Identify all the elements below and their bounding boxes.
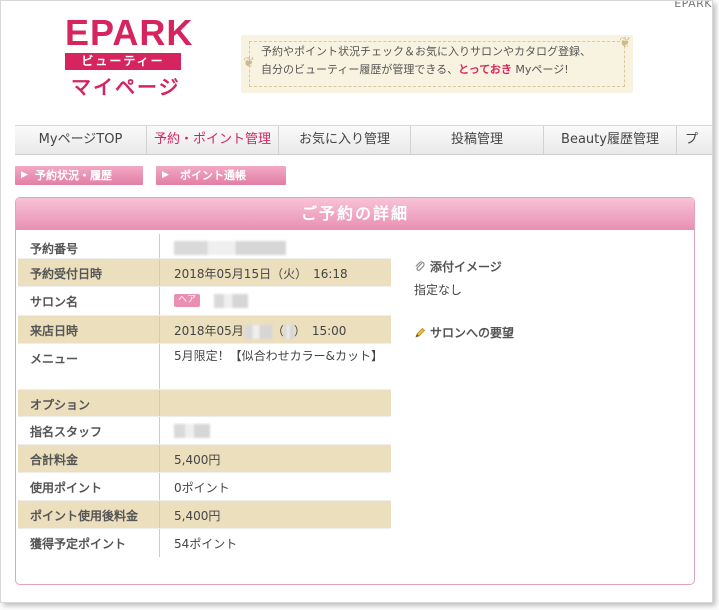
logo-beauty-label: ビューティー bbox=[65, 53, 181, 70]
attached-image-heading: 添付イメージ bbox=[414, 258, 674, 275]
banner-text-line2: 自分のビューティー履歴が管理できる、とっておき Myページ! bbox=[261, 61, 569, 77]
banner-text-highlight: とっておき bbox=[458, 63, 512, 76]
paperclip-icon bbox=[415, 260, 425, 271]
visit-date-prefix: 2018年05月 bbox=[174, 324, 244, 338]
epark-beauty-logo[interactable]: EPARK ビューティー マイページ bbox=[21, 9, 225, 99]
banner-text-line2-after: Myページ! bbox=[511, 63, 569, 76]
table-row: 獲得予定ポイント 54ポイント bbox=[18, 529, 391, 557]
row-label: サロン名 bbox=[18, 287, 160, 315]
logo-brand-text: EPARK bbox=[65, 12, 194, 53]
table-row: 指名スタッフ bbox=[18, 417, 391, 445]
top-right-brand: EPARK bbox=[674, 0, 712, 10]
visit-date-mid: （ bbox=[271, 324, 284, 338]
row-label: 予約受付日時 bbox=[18, 259, 160, 286]
table-row: 来店日時 2018年05月 （ ） 15:00 bbox=[18, 316, 391, 344]
redacted-value bbox=[283, 324, 294, 339]
nav-item-profile-truncated[interactable]: プ bbox=[677, 126, 712, 154]
row-label: オプション bbox=[18, 390, 160, 416]
banner-ornament-right-icon: ❦ bbox=[619, 35, 631, 51]
redacted-value bbox=[243, 324, 272, 339]
row-label: メニュー bbox=[18, 344, 160, 389]
banner-text-line2-before: 自分のビューティー履歴が管理できる、 bbox=[261, 63, 459, 76]
reservation-detail-panel: ご予約の詳細 予約番号 予約受付日時 2018年05月15日（火） 16:18 … bbox=[15, 197, 695, 585]
visit-datetime-value: 2018年05月 （ ） 15:00 bbox=[160, 316, 391, 343]
received-datetime-value: 2018年05月15日（火） 16:18 bbox=[160, 259, 391, 286]
redacted-value bbox=[174, 240, 286, 255]
mypage-intro-banner: ❦ ❦ 予約やポイント状況チェック＆お気に入りサロンやカタログ登録、 自分のビュ… bbox=[241, 35, 633, 93]
page-header: EPARK EPARK ビューティー マイページ ❦ ❦ 予約やポイント状況チェ… bbox=[1, 0, 712, 121]
visit-date-suffix: ） 15:00 bbox=[293, 324, 347, 338]
attached-image-label: 添付イメージ bbox=[430, 260, 502, 274]
total-price-value: 5,400円 bbox=[160, 445, 391, 472]
staff-value bbox=[160, 417, 391, 444]
row-label: 使用ポイント bbox=[18, 473, 160, 500]
redacted-value bbox=[174, 423, 210, 438]
pencil-icon bbox=[415, 327, 426, 338]
row-label: 予約番号 bbox=[18, 234, 160, 258]
reservation-detail-table: 予約番号 予約受付日時 2018年05月15日（火） 16:18 サロン名 ヘア… bbox=[18, 234, 391, 557]
option-value bbox=[160, 390, 391, 416]
nav-item-favorites[interactable]: お気に入り管理 bbox=[279, 126, 411, 154]
browser-page: EPARK EPARK ビューティー マイページ ❦ ❦ 予約やポイント状況チェ… bbox=[0, 0, 713, 603]
reservation-history-label: 予約状況・履歴 bbox=[35, 169, 112, 182]
hair-category-badge: ヘア bbox=[174, 294, 201, 307]
table-row: 予約番号 bbox=[18, 234, 391, 259]
panel-title: ご予約の詳細 bbox=[16, 198, 694, 230]
nav-item-beauty-history[interactable]: Beauty履歴管理 bbox=[544, 126, 677, 154]
table-row: 使用ポイント 0ポイント bbox=[18, 473, 391, 501]
earned-points-value: 54ポイント bbox=[160, 529, 391, 557]
table-row: オプション bbox=[18, 390, 391, 417]
row-label: 獲得予定ポイント bbox=[18, 529, 160, 557]
row-label: 指名スタッフ bbox=[18, 417, 160, 444]
banner-text-line1: 予約やポイント状況チェック＆お気に入りサロンやカタログ登録、 bbox=[261, 45, 591, 58]
row-label: 来店日時 bbox=[18, 316, 160, 343]
nav-item-reservation-points[interactable]: 予約・ポイント管理 bbox=[147, 126, 279, 154]
banner-ornament-left-icon: ❦ bbox=[243, 55, 255, 71]
arrow-right-icon: ▶ bbox=[21, 170, 28, 180]
price-after-points-value: 5,400円 bbox=[160, 501, 391, 528]
nav-item-posts[interactable]: 投稿管理 bbox=[411, 126, 544, 154]
point-ledger-button[interactable]: ▶ ポイント通帳 bbox=[156, 166, 286, 185]
arrow-right-icon: ▶ bbox=[162, 170, 169, 180]
table-row: ポイント使用後料金 5,400円 bbox=[18, 501, 391, 529]
reservation-number-value bbox=[160, 234, 391, 258]
table-row: メニュー 5月限定！【似合わせカラー&カット】 bbox=[18, 344, 391, 390]
table-row: サロン名 ヘア bbox=[18, 287, 391, 316]
row-label: 合計料金 bbox=[18, 445, 160, 472]
reservation-history-button[interactable]: ▶ 予約状況・履歴 bbox=[15, 166, 143, 185]
logo-mypage-label: マイページ bbox=[71, 75, 181, 99]
salon-request-label: サロンへの要望 bbox=[430, 326, 515, 340]
side-info: 添付イメージ 指定なし サロンへの要望 bbox=[414, 258, 674, 341]
nav-item-mypage-top[interactable]: MyページTOP bbox=[15, 126, 147, 154]
main-nav: MyページTOP 予約・ポイント管理 お気に入り管理 投稿管理 Beauty履歴… bbox=[15, 125, 712, 155]
used-points-value: 0ポイント bbox=[160, 473, 391, 500]
point-ledger-label: ポイント通帳 bbox=[180, 169, 246, 182]
table-row: 予約受付日時 2018年05月15日（火） 16:18 bbox=[18, 259, 391, 287]
salon-name-value: ヘア bbox=[160, 287, 391, 315]
row-label: ポイント使用後料金 bbox=[18, 501, 160, 528]
redacted-value bbox=[213, 293, 248, 308]
attached-image-value: 指定なし bbox=[414, 283, 463, 297]
salon-request-heading: サロンへの要望 bbox=[414, 324, 674, 341]
menu-value: 5月限定！【似合わせカラー&カット】 bbox=[160, 344, 391, 389]
table-row: 合計料金 5,400円 bbox=[18, 445, 391, 473]
